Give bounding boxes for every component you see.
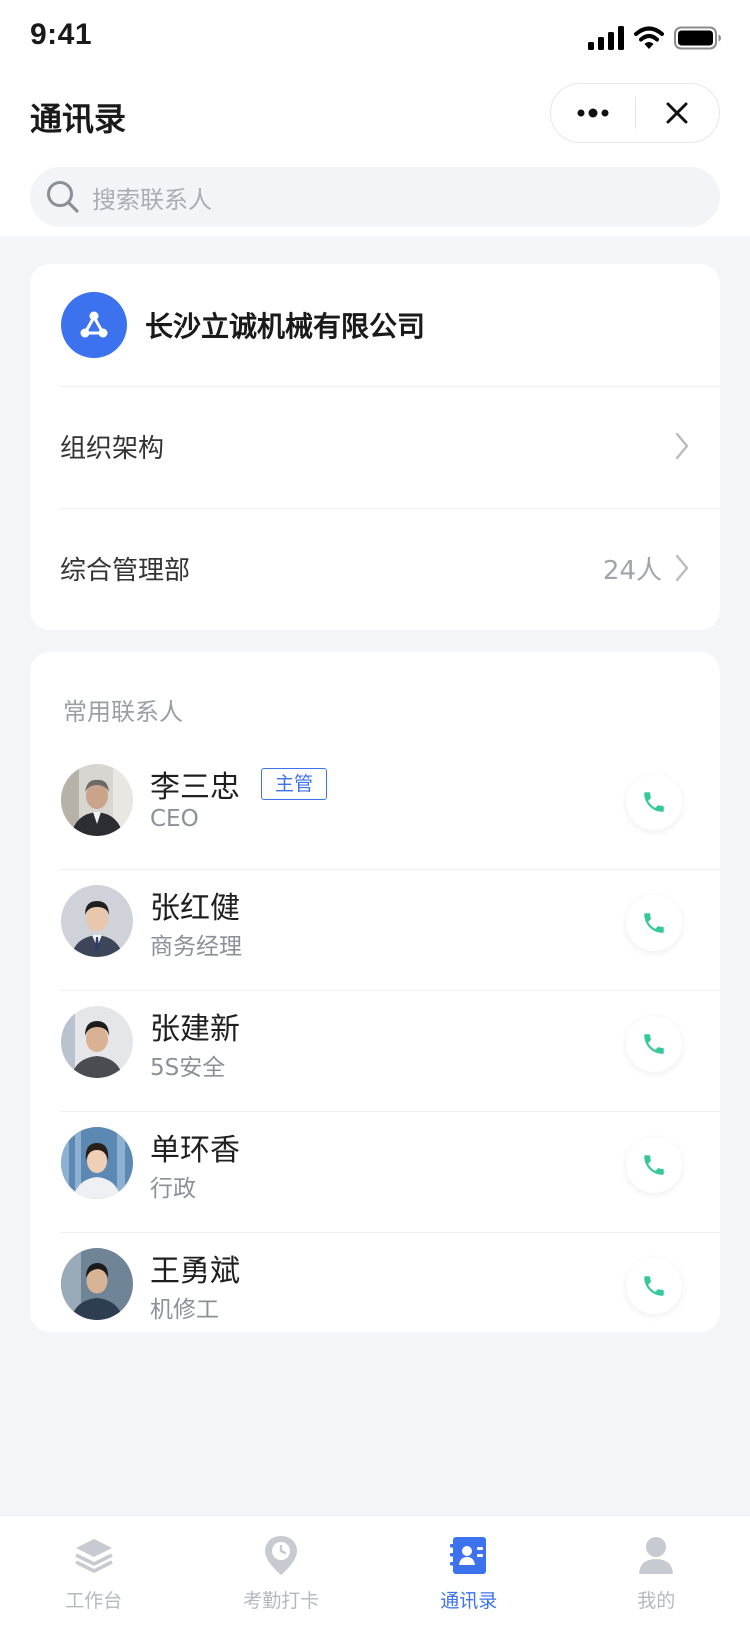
org-structure-label: 组织架构: [60, 433, 165, 464]
contact-name: 张建新: [150, 1012, 240, 1047]
avatar: [61, 1006, 133, 1078]
wifi-icon: [634, 26, 664, 49]
contact-row[interactable]: 单环香 行政: [30, 1111, 720, 1231]
person-icon: [639, 1537, 674, 1574]
tab-workbench[interactable]: 工作台: [0, 1516, 188, 1625]
phone-icon: [644, 1276, 664, 1296]
call-button[interactable]: [626, 1137, 682, 1193]
phone-icon: [644, 1155, 664, 1175]
contact-row[interactable]: 王勇斌 机修工: [30, 1232, 720, 1352]
org-structure-row[interactable]: 组织架构: [30, 386, 720, 506]
chevron-right-icon: [675, 432, 689, 460]
signal-icon: [588, 26, 624, 50]
more-button[interactable]: [551, 84, 635, 142]
search-input[interactable]: 搜索联系人: [30, 167, 720, 227]
section-label: 常用联系人: [63, 698, 183, 726]
contact-name: 张红健: [150, 891, 240, 926]
status-bar: 9:41: [0, 0, 750, 76]
phone-icon: [644, 913, 664, 933]
tab-bar: 工作台 考勤打卡 通讯录 我的: [0, 1515, 750, 1625]
contact-row[interactable]: 张建新 5S安全: [30, 990, 720, 1110]
role-badge: 主管: [261, 768, 328, 800]
call-button[interactable]: [626, 774, 682, 830]
contact-row[interactable]: 李三忠 主管 CEO: [30, 748, 720, 868]
call-button[interactable]: [626, 1016, 682, 1072]
department-row[interactable]: 综合管理部 24人: [30, 508, 720, 628]
tab-label: 通讯录: [440, 1590, 498, 1612]
company-logo-icon: [61, 292, 127, 358]
contact-name: 王勇斌: [150, 1254, 240, 1289]
phone-icon: [644, 1034, 664, 1054]
avatar: [61, 1248, 133, 1320]
avatar: [61, 764, 133, 836]
department-label: 综合管理部: [60, 555, 191, 586]
tab-label: 考勤打卡: [243, 1590, 320, 1612]
close-icon: [666, 102, 688, 124]
page-title: 通讯录: [30, 100, 127, 138]
contact-row[interactable]: 张红健 商务经理: [30, 869, 720, 989]
layers-icon: [74, 1539, 113, 1573]
contact-title: 商务经理: [150, 934, 242, 960]
phone-icon: [644, 792, 664, 812]
tab-label: 工作台: [65, 1590, 123, 1612]
company-name: 长沙立诚机械有限公司: [145, 310, 426, 343]
search-placeholder: 搜索联系人: [92, 185, 212, 214]
more-dots-icon: [577, 108, 609, 118]
mini-program-capsule: [550, 83, 720, 143]
location-clock-icon: [265, 1536, 298, 1575]
department-member-count: 24人: [602, 555, 662, 586]
status-icons: [588, 24, 722, 50]
frequent-contacts-card: 常用联系人 李三忠 主管 CEO 张红健 商务经理 张建新 5S安全 单环香 行…: [30, 652, 720, 1332]
status-time: 9:41: [30, 18, 93, 51]
company-row[interactable]: 长沙立诚机械有限公司: [30, 264, 720, 386]
call-button[interactable]: [626, 1258, 682, 1314]
contact-title: 机修工: [150, 1297, 219, 1323]
header-area: 9:41 通讯录 搜索联系人: [0, 0, 750, 236]
tab-contacts[interactable]: 通讯录: [375, 1516, 563, 1625]
search-icon: [47, 181, 79, 213]
contact-title: CEO: [150, 806, 199, 832]
contact-title: 行政: [150, 1176, 196, 1202]
tab-me[interactable]: 我的: [563, 1516, 750, 1625]
avatar: [61, 885, 133, 957]
battery-icon: [674, 26, 721, 50]
contacts-book-icon: [449, 1537, 486, 1574]
organization-card: 长沙立诚机械有限公司 组织架构 综合管理部 24人: [30, 264, 720, 630]
contact-name: 李三忠: [150, 770, 240, 805]
contact-title: 5S安全: [150, 1055, 226, 1081]
tab-label: 我的: [637, 1590, 676, 1612]
close-button[interactable]: [636, 84, 720, 142]
chevron-right-icon: [675, 554, 689, 582]
avatar: [61, 1127, 133, 1199]
call-button[interactable]: [626, 895, 682, 951]
contact-name: 单环香: [150, 1133, 240, 1168]
tab-attendance[interactable]: 考勤打卡: [188, 1516, 376, 1625]
